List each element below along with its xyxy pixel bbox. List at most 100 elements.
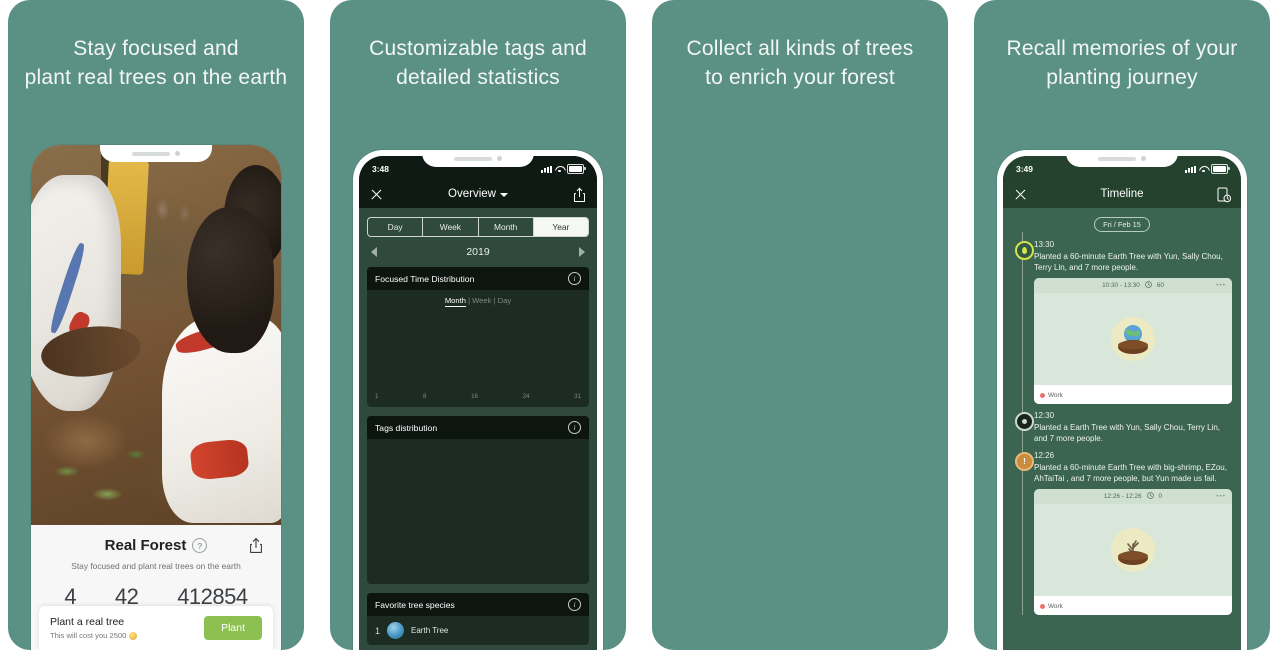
event-text: Planted a 60-minute Earth Tree with big-…: [1034, 463, 1227, 483]
phone-notch-4: [1066, 150, 1178, 167]
nav-title-row[interactable]: Overview: [448, 188, 508, 200]
plant-cta-subtitle: This will cost you 2500: [50, 631, 127, 640]
photo-seedlings: [43, 403, 159, 518]
timeline-navbar: Timeline: [1003, 180, 1241, 208]
coin-icon: [129, 631, 138, 640]
subtab-day[interactable]: Day: [498, 296, 512, 305]
status-time: 3:48: [372, 164, 390, 174]
xtick-24: 24: [522, 393, 530, 400]
tags-distribution-title: Tags distribution: [375, 422, 438, 433]
chevron-right-icon[interactable]: [579, 247, 585, 257]
clock-icon: [1144, 281, 1152, 290]
dead-tree-svg: [1118, 540, 1148, 565]
event-card[interactable]: 12:26 - 12:26 0 ••• Work: [1034, 489, 1232, 615]
favorite-tree-rank: 1: [375, 625, 381, 636]
clock-icon: [1146, 492, 1154, 501]
more-icon[interactable]: •••: [1216, 282, 1226, 289]
xtick-16: 16: [471, 393, 478, 400]
line-chart-svg: [373, 309, 583, 387]
event-card[interactable]: 10:30 - 13:30 60 ••• Work: [1034, 278, 1232, 404]
year-navigator: 2019: [367, 246, 589, 258]
tag-label: Work: [1048, 603, 1063, 610]
info-icon[interactable]: i: [568, 421, 581, 434]
phone-notch-1: [100, 145, 212, 162]
statistics-screen: 3:48 Overview Day Week Month Year 2019 F…: [359, 156, 597, 650]
date-chip: Fri / Feb 15: [1094, 217, 1150, 232]
status-time: 3:49: [1016, 164, 1034, 174]
panel-timeline: Recall memories of your planting journey…: [974, 0, 1270, 650]
plant-cta-title: Plant a real tree: [50, 616, 125, 628]
panel-4-headline-line2: planting journey: [1046, 66, 1198, 89]
subtab-month[interactable]: Month: [444, 296, 466, 307]
favorite-tree-name: Earth Tree: [411, 626, 449, 635]
question-icon[interactable]: ?: [192, 538, 208, 553]
favorite-tree-card: Favorite tree species i 1 Earth Tree: [367, 593, 589, 645]
panel-4-headline: Recall memories of your planting journey: [974, 34, 1270, 92]
close-icon[interactable]: [1014, 188, 1027, 201]
event-text: Planted a 60-minute Earth Tree with Yun,…: [1034, 252, 1223, 272]
chevron-down-icon[interactable]: [499, 193, 508, 197]
subtab-week[interactable]: Week: [472, 296, 491, 305]
share-icon[interactable]: [249, 537, 263, 554]
tags-distribution-header: Tags distribution i: [367, 416, 589, 439]
nav-title: Timeline: [1100, 188, 1144, 200]
timeline-event[interactable]: 13:30 Planted a 60-minute Earth Tree wit…: [1003, 240, 1241, 404]
panel-1-headline: Stay focused and plant real trees on the…: [8, 34, 304, 92]
phone-frame-2: 3:48 Overview Day Week Month Year 2019 F…: [353, 150, 603, 650]
xtick-8: 8: [423, 393, 427, 400]
panel-3-headline-line2: to enrich your forest: [705, 66, 895, 89]
speaker-grille: [1098, 156, 1136, 161]
earth-tree-orb: [1111, 317, 1155, 361]
close-icon[interactable]: [370, 188, 383, 201]
photo-shirt-logo: [188, 437, 249, 481]
front-camera: [1141, 156, 1146, 161]
phone-frame-1: Real Forest ? Stay focused and plant rea…: [31, 145, 281, 650]
timeline-event[interactable]: ! 12:26 Planted a 60-minute Earth Tree w…: [1003, 451, 1241, 615]
year-label: 2019: [466, 246, 490, 258]
xtick-31: 31: [574, 393, 581, 400]
focused-time-subtabs[interactable]: Month | Week | Day: [367, 290, 589, 307]
event-card-tree: [1034, 504, 1232, 596]
more-icon[interactable]: •••: [1216, 493, 1226, 500]
timeline-event[interactable]: 12:30 Planted a Earth Tree with Yun, Sal…: [1003, 411, 1241, 444]
period-segmented-control[interactable]: Day Week Month Year: [367, 217, 589, 237]
real-forest-subtitle: Stay focused and plant real trees on the…: [71, 561, 241, 571]
event-time: 12:30: [1034, 411, 1055, 420]
tags-donut-chart: [367, 439, 589, 571]
event-time-range: 10:30 - 13:30: [1102, 282, 1140, 289]
speaker-grille: [454, 156, 492, 161]
panel-3-headline: Collect all kinds of trees to enrich you…: [652, 34, 948, 92]
phone-frame-4: 3:49 Timeline Fri / Feb 15 13:30 Planted…: [997, 150, 1247, 650]
tag-label: Work: [1048, 392, 1063, 399]
plant-button[interactable]: Plant: [204, 616, 262, 640]
chevron-left-icon[interactable]: [371, 247, 377, 257]
share-icon[interactable]: [573, 187, 586, 202]
plant-real-tree-bar: Plant a real tree This will cost you 250…: [39, 606, 273, 650]
photo-person-head: [187, 207, 275, 354]
info-icon[interactable]: i: [568, 598, 581, 611]
tag-color-dot: [1040, 393, 1045, 398]
favorite-tree-header: Favorite tree species i: [367, 593, 589, 616]
real-forest-photo: [31, 145, 281, 525]
focused-time-title: Focused Time Distribution: [375, 273, 475, 284]
history-icon[interactable]: [1217, 187, 1232, 202]
wifi-icon: [1199, 166, 1208, 173]
segment-month[interactable]: Month: [479, 218, 534, 236]
panel-tree-collection: Collect all kinds of trees to enrich you…: [652, 0, 948, 650]
event-time: 13:30: [1034, 240, 1055, 249]
info-icon[interactable]: i: [568, 272, 581, 285]
focused-time-header: Focused Time Distribution i: [367, 267, 589, 290]
segment-week[interactable]: Week: [423, 218, 479, 236]
tag-color-dot: [1040, 604, 1045, 609]
segment-day[interactable]: Day: [368, 218, 424, 236]
tree-circles-grid: [652, 0, 948, 650]
event-time: 12:26: [1034, 451, 1055, 460]
focused-time-card: Focused Time Distribution i Month | Week…: [367, 267, 589, 407]
wifi-icon: [555, 166, 564, 173]
panel-statistics: Customizable tags and detailed statistic…: [330, 0, 626, 650]
panel-real-forest: Stay focused and plant real trees on the…: [8, 0, 304, 650]
fail-marker-icon: !: [1015, 452, 1034, 471]
segment-year[interactable]: Year: [533, 218, 588, 236]
event-duration: 0: [1158, 493, 1163, 500]
earth-tree-svg: [1118, 325, 1148, 354]
